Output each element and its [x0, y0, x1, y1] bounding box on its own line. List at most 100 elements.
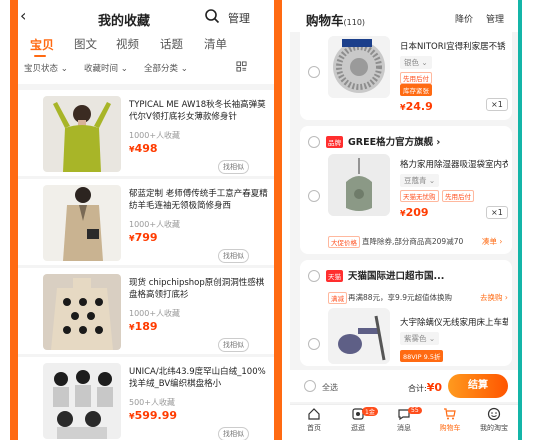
nav-badge: 55 [408, 407, 422, 414]
item-checkbox[interactable] [308, 190, 320, 202]
promo-text: 直降除券,部分商品高209减70 [362, 237, 464, 246]
product-price: ¥599.99 [129, 409, 178, 422]
item-checkbox[interactable] [308, 66, 320, 78]
find-similar-button[interactable]: 找相似 [218, 249, 249, 263]
total-value: ¥0 [426, 381, 443, 394]
service-tag: 天猫无忧购 [400, 190, 439, 202]
tab-lists[interactable]: 清单 [204, 36, 227, 52]
tmall-badge: 天猫 [326, 270, 343, 282]
total-summary: 合计:¥0 [408, 381, 443, 394]
find-similar-button[interactable]: 找相似 [218, 338, 249, 352]
service-tag: 先用后付 [400, 72, 432, 84]
product-price: ¥189 [129, 320, 158, 333]
list-item[interactable]: 现货 chipchipshop原创洞洞性感棋盘格高领打底衫 1000+人收藏 ¥… [18, 268, 274, 354]
favorite-count: 1000+人收藏 [129, 220, 181, 229]
product-price: ¥498 [129, 142, 158, 155]
list-item[interactable]: TYPICAL ME AW18秋冬长袖高弹莫代尔V领打底衫女薄款修身针 1000… [18, 90, 274, 176]
favorite-count: 1000+人收藏 [129, 309, 181, 318]
shop-checkbox[interactable] [308, 136, 320, 148]
shop-group: 品牌 GREE格力官方旗舰 › 格力家用除湿器吸湿袋室内衣 豆蔻青 ⌄ 天猫无忧… [300, 126, 512, 254]
promo-tag: 大促价格 [328, 236, 360, 248]
nav-profile[interactable]: 我的淘宝 [474, 407, 514, 433]
profile-icon [487, 407, 501, 421]
bottom-nav: 首页 1金 逛逛 55 消息 购物车 我的淘宝 [290, 404, 518, 440]
filter-bar: 宝贝状态 ⌄ 收藏时间 ⌄ 全部分类 ⌄ [18, 60, 274, 78]
brand-badge: 品牌 [326, 136, 343, 148]
cart-item[interactable]: 日本NITORI宜得利家居不锈 银色 ⌄ 先用后付 库存紧张 ¥24.9 ×1 [300, 32, 512, 120]
favorite-count: 500+人收藏 [129, 398, 175, 407]
home-icon [308, 408, 320, 420]
cart-footer: 全选 合计:¥0 结算 [290, 370, 518, 402]
product-name: TYPICAL ME AW18秋冬长袖高弹莫代尔V领打底衫女薄款修身针 [129, 100, 266, 122]
find-similar-button[interactable]: 找相似 [218, 160, 249, 174]
product-name: 日本NITORI宜得利家居不锈 [400, 42, 506, 52]
nav-messages[interactable]: 55 消息 [384, 407, 424, 433]
page-title: 购物车(110) [306, 13, 366, 28]
item-checkbox[interactable] [308, 338, 320, 350]
checkout-button[interactable]: 结算 [448, 374, 508, 398]
product-image[interactable] [328, 154, 390, 216]
product-image[interactable] [43, 185, 121, 261]
manage-button[interactable]: 管理 [228, 10, 250, 26]
active-tab-indicator [34, 55, 46, 57]
nav-discover[interactable]: 1金 逛逛 [338, 407, 378, 433]
product-image[interactable] [43, 363, 121, 439]
product-image[interactable] [43, 96, 121, 172]
shop-group: 天猫 天猫国际进口超市国... 满减 再满88元，享9.9元超值体换购 去换购 … [300, 260, 512, 366]
cart-icon [444, 408, 456, 420]
product-name: 现货 chipchipshop原创洞洞性感棋盘格高领打底衫 [129, 278, 265, 300]
service-tag: 先用后付 [442, 190, 474, 202]
cart-header: 购物车(110) 降价 管理 [290, 0, 518, 32]
price-drop-filter[interactable]: 降价 [455, 12, 473, 25]
favorites-screen: ‹ 我的收藏 管理 宝贝 图文 视频 话题 清单 宝贝状态 ⌄ 收藏时间 ⌄ 全… [10, 0, 282, 440]
manage-button[interactable]: 管理 [486, 12, 504, 25]
search-icon[interactable] [204, 8, 220, 24]
add-on-link[interactable]: 凑单 › [482, 236, 502, 247]
nav-badge: 1金 [362, 407, 378, 416]
select-all-checkbox[interactable] [304, 380, 316, 392]
layout-grid-icon[interactable] [236, 61, 247, 72]
nav-cart[interactable]: 购物车 [430, 407, 470, 433]
quantity-stepper[interactable]: ×1 [486, 206, 508, 219]
tab-items[interactable]: 宝贝 [30, 36, 54, 53]
product-image[interactable] [43, 274, 121, 350]
favorites-header: ‹ 我的收藏 管理 [18, 6, 274, 30]
select-all-label: 全选 [322, 383, 338, 392]
filter-status[interactable]: 宝贝状态 ⌄ [24, 62, 68, 74]
tab-topics[interactable]: 话题 [160, 36, 183, 52]
product-name: 大宇除螨仪无线家用床上车载 [400, 318, 508, 328]
product-price: ¥209 [400, 206, 429, 219]
list-item[interactable]: 郁蓝定制 老师傅传统手工意产春夏精纺羊毛连袖无领极简修身西 1000+人收藏 ¥… [18, 179, 274, 265]
sku-selector[interactable]: 银色 ⌄ [400, 56, 432, 69]
promo-tag: 满减 [328, 292, 347, 304]
nav-home[interactable]: 首页 [294, 407, 334, 433]
sku-selector[interactable]: 豆蔻青 ⌄ [400, 174, 440, 187]
shop-name[interactable]: 天猫国际进口超市国... [348, 268, 444, 282]
shop-checkbox[interactable] [308, 270, 320, 282]
filter-time[interactable]: 收藏时间 ⌄ [84, 62, 128, 74]
favorite-count: 1000+人收藏 [129, 131, 181, 140]
list-item[interactable]: UNICA/北纬43.9度罕山白绒_100%找羊绒_BV编织棋盘格小 500+人… [18, 357, 274, 440]
promo-text: 再满88元，享9.9元超值体换购 [348, 293, 452, 302]
product-image[interactable] [328, 308, 390, 364]
vip-discount-tag: 88VIP 9.5折 [400, 350, 444, 362]
stock-tag: 库存紧张 [400, 84, 432, 96]
quantity-stepper[interactable]: ×1 [486, 98, 508, 111]
sku-selector[interactable]: 紫雾色 ⌄ [400, 332, 440, 345]
chevron-left-icon[interactable]: ‹ [20, 6, 26, 25]
tab-posts[interactable]: 图文 [74, 36, 97, 52]
product-name: UNICA/北纬43.9度罕山白绒_100%找羊绒_BV编织棋盘格小 [129, 367, 266, 389]
shop-name[interactable]: GREE格力官方旗舰 › [348, 134, 440, 148]
redeem-link[interactable]: 去换购 › [480, 292, 508, 303]
page-title: 我的收藏 [98, 14, 151, 29]
product-name: 格力家用除湿器吸湿袋室内衣 [400, 160, 508, 170]
favorites-list: TYPICAL ME AW18秋冬长袖高弹莫代尔V领打底衫女薄款修身针 1000… [18, 84, 274, 440]
cart-count: (110) [343, 18, 366, 27]
product-price: ¥24.9 [400, 100, 433, 113]
tab-videos[interactable]: 视频 [116, 36, 139, 52]
cart-screen: 购物车(110) 降价 管理 日本NITORI宜得利家居不锈 银色 ⌄ 先用后付… [290, 0, 522, 440]
find-similar-button[interactable]: 找相似 [218, 427, 249, 440]
product-price: ¥799 [129, 231, 158, 244]
filter-category[interactable]: 全部分类 ⌄ [144, 62, 188, 74]
product-image[interactable] [328, 36, 390, 98]
